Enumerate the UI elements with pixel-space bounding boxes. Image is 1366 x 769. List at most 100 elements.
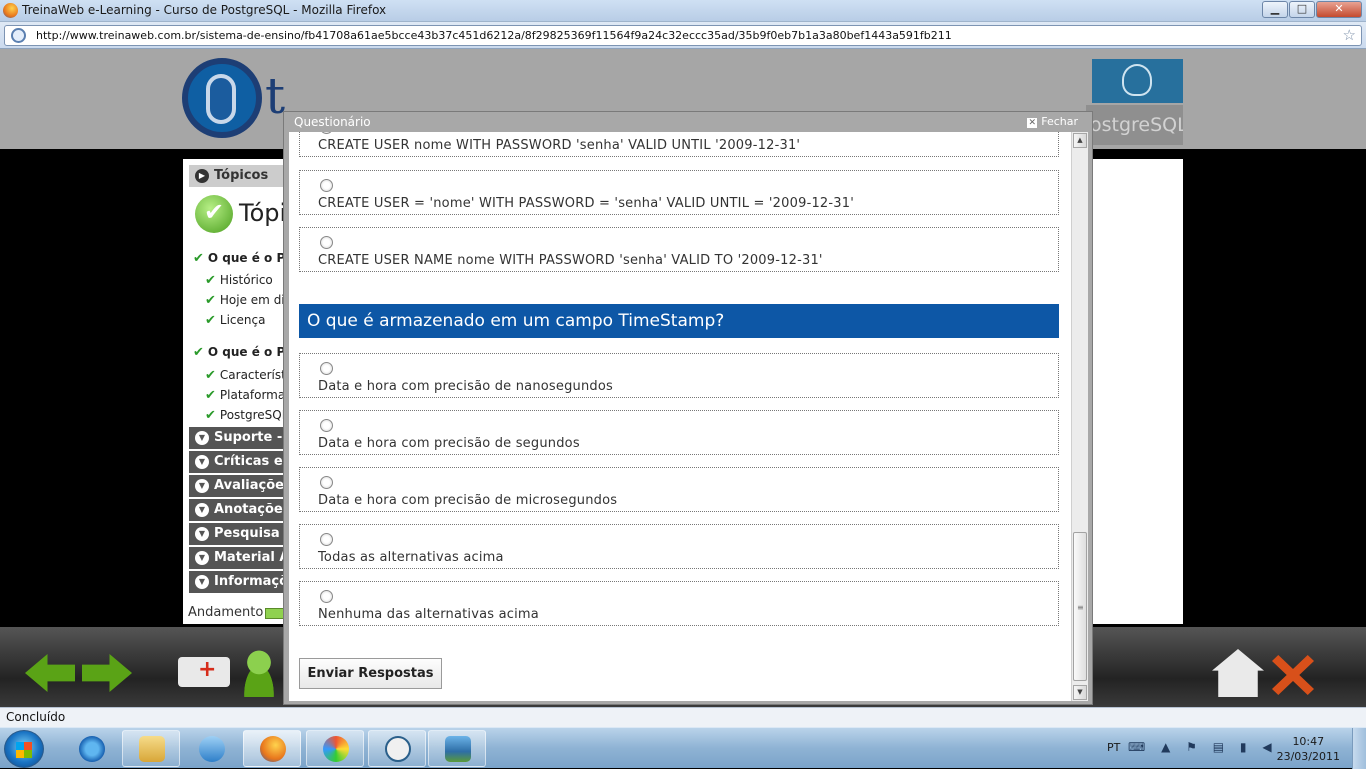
answer-option[interactable]: CREATE USER nome WITH PASSWORD 'senha' V…	[299, 132, 1059, 157]
close-label: Fechar	[1041, 115, 1078, 128]
clock-date: 23/03/2011	[1276, 750, 1340, 763]
topicos-label: Tópicos	[214, 168, 269, 183]
option-text: Data e hora com precisão de microsegundo…	[318, 493, 618, 508]
taskbar-media-player[interactable]	[182, 730, 240, 767]
check-icon: ✔	[205, 408, 216, 423]
option-text: Todas as alternativas acima	[318, 550, 504, 565]
firefox-icon	[3, 3, 18, 18]
answer-option[interactable]: CREATE USER NAME nome WITH PASSWORD 'sen…	[299, 227, 1059, 272]
expand-arrow-icon: ▼	[195, 503, 209, 517]
maximize-button[interactable]: □	[1289, 1, 1315, 18]
taskbar-ie[interactable]	[62, 730, 120, 767]
mouse-icon	[206, 74, 236, 124]
option-text: CREATE USER NAME nome WITH PASSWORD 'sen…	[318, 253, 823, 268]
topic-label: O que é o Po	[207, 251, 285, 265]
option-text: Nenhuma das alternativas acima	[318, 607, 539, 622]
postgresql-elephant-icon	[1092, 59, 1183, 103]
option-text: CREATE USER = 'nome' WITH PASSWORD = 'se…	[318, 196, 855, 211]
answer-option[interactable]: Data e hora com precisão de segundos	[299, 410, 1059, 455]
topic-item[interactable]: ✔ Característi	[205, 368, 285, 383]
folder-icon	[139, 736, 165, 762]
forward-arrow-icon[interactable]	[82, 654, 132, 692]
taskbar-paint[interactable]	[306, 730, 364, 767]
answer-option[interactable]: CREATE USER = 'nome' WITH PASSWORD = 'se…	[299, 170, 1059, 215]
url-text[interactable]: http://www.treinaweb.com.br/sistema-de-e…	[36, 29, 952, 42]
topic-item[interactable]: ✔ O que é o Po	[193, 251, 285, 266]
topic-label: Histórico	[219, 273, 273, 287]
show-desktop-button[interactable]	[1352, 728, 1366, 769]
close-window-button[interactable]: ✕	[1316, 1, 1362, 18]
back-arrow-icon[interactable]	[25, 654, 75, 692]
scroll-up-icon[interactable]: ▲	[1073, 133, 1087, 148]
clock[interactable]: 10:47 23/03/2011	[1277, 734, 1340, 764]
section-label: Avaliações	[214, 478, 292, 493]
modal-scrollbar[interactable]: ▲ ≡ ▼	[1071, 132, 1088, 701]
grip-icon: ≡	[1077, 603, 1084, 612]
topic-label: Hoje em di	[219, 293, 285, 307]
photo-viewer-icon	[445, 736, 471, 762]
question-heading: O que é armazenado em um campo TimeStamp…	[299, 304, 1059, 338]
expand-arrow-icon: ▼	[195, 527, 209, 541]
scroll-down-icon[interactable]: ▼	[1073, 685, 1087, 700]
expand-arrow-icon: ▼	[195, 551, 209, 565]
taskbar-explorer[interactable]	[122, 730, 180, 767]
expand-arrow-icon: ▼	[195, 455, 209, 469]
check-icon: ✔	[205, 293, 216, 308]
close-icon: ✕	[1027, 118, 1038, 128]
check-icon: ✔	[193, 345, 204, 360]
check-icon: ✔	[205, 388, 216, 403]
topic-item[interactable]: ✔ O que é o Po	[193, 345, 285, 360]
scroll-thumb[interactable]: ≡	[1073, 532, 1087, 681]
postgresql-banner-text: ostgreSQL	[1086, 105, 1183, 145]
answer-option[interactable]: Todas as alternativas acima	[299, 524, 1059, 569]
treinaweb-logo-icon[interactable]	[182, 58, 262, 138]
minimize-button[interactable]: ▁	[1262, 1, 1288, 18]
topic-label: PostgreSQL	[219, 408, 285, 422]
exit-x-icon[interactable]	[1272, 655, 1314, 695]
completed-check-icon: ✔	[195, 195, 233, 233]
radio-button[interactable]	[320, 476, 333, 489]
window-title: TreinaWeb e-Learning - Curso de PostgreS…	[22, 3, 387, 17]
topic-label: O que é o Po	[207, 345, 285, 359]
topic-item[interactable]: ✔ Licença	[205, 313, 285, 328]
answer-option[interactable]: Data e hora com precisão de microsegundo…	[299, 467, 1059, 512]
answer-option[interactable]: Data e hora com precisão de nanosegundos	[299, 353, 1059, 398]
radio-button[interactable]	[320, 590, 333, 603]
radio-button[interactable]	[320, 362, 333, 375]
answer-option[interactable]: Nenhuma das alternativas acima	[299, 581, 1059, 626]
progress-bar	[265, 608, 285, 619]
radio-button[interactable]	[320, 179, 333, 192]
option-text: Data e hora com precisão de nanosegundos	[318, 379, 613, 394]
expand-arrow-icon: ▼	[195, 431, 209, 445]
topic-label: Característi	[219, 368, 285, 382]
modal-body: CREATE USER nome WITH PASSWORD 'senha' V…	[289, 132, 1071, 701]
expand-arrow-icon: ▶	[195, 169, 209, 183]
user-edit-icon[interactable]	[236, 649, 282, 697]
check-icon: ✔	[205, 368, 216, 383]
submit-answers-button[interactable]: Enviar Respostas	[299, 658, 442, 689]
radio-button[interactable]	[320, 419, 333, 432]
start-button[interactable]	[4, 730, 44, 768]
topic-item[interactable]: ✔ Histórico	[205, 273, 285, 288]
taskbar-firefox[interactable]	[243, 730, 301, 767]
support-ambulance-icon[interactable]	[178, 657, 230, 687]
bookmark-star-icon[interactable]: ☆	[1343, 26, 1356, 44]
site-identity-icon[interactable]	[11, 28, 26, 43]
home-icon[interactable]	[1212, 649, 1264, 697]
radio-button[interactable]	[320, 236, 333, 249]
topic-item[interactable]: ✔ Plataformas	[205, 388, 285, 403]
taskbar-pgadmin[interactable]	[368, 730, 426, 767]
topic-item[interactable]: ✔ PostgreSQL	[205, 408, 285, 423]
radio-button[interactable]	[320, 533, 333, 546]
modal-close-button[interactable]: ✕ Fechar	[1027, 115, 1078, 128]
tray-icons[interactable]: ⌨ ▲ ⚑ ▤ ▮ ◀	[1128, 740, 1278, 754]
option-text: Data e hora com precisão de segundos	[318, 436, 580, 451]
postgresql-elephant-icon	[385, 736, 411, 762]
taskbar-photo-viewer[interactable]	[428, 730, 486, 767]
elephant-icon	[1122, 64, 1152, 96]
address-bar[interactable]: http://www.treinaweb.com.br/sistema-de-e…	[4, 25, 1362, 46]
radio-button[interactable]	[320, 132, 333, 134]
andamento-label: Andamento	[188, 605, 264, 620]
language-indicator[interactable]: PT	[1107, 741, 1120, 754]
topic-item[interactable]: ✔ Hoje em di	[205, 293, 285, 308]
